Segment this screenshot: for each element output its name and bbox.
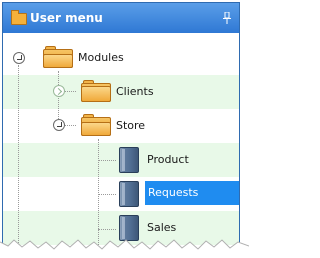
- tree-item-label[interactable]: Sales: [147, 221, 176, 235]
- tree-line: [98, 139, 99, 251]
- tree-line: [98, 160, 116, 161]
- folder-open-icon: [81, 114, 111, 136]
- tree-line: [18, 65, 19, 251]
- folder-icon: [81, 80, 111, 102]
- panel-title: User menu: [30, 11, 103, 25]
- tree-item-label[interactable]: Store: [116, 119, 145, 133]
- pin-icon[interactable]: [221, 11, 233, 24]
- tree-line: [98, 229, 116, 230]
- book-icon: [119, 181, 139, 207]
- panel-header: User menu: [3, 3, 239, 33]
- tree-item-label[interactable]: Clients: [116, 85, 154, 99]
- tree-line: [98, 194, 116, 195]
- collapse-icon[interactable]: [13, 52, 25, 64]
- tree-item-label[interactable]: Modules: [78, 51, 124, 65]
- user-menu-panel: User menu Modules Clients Store Product …: [2, 2, 240, 252]
- torn-edge: [0, 239, 249, 258]
- folder-open-icon: [43, 46, 73, 68]
- expand-icon[interactable]: [53, 85, 65, 97]
- book-icon: [119, 147, 139, 173]
- collapse-icon[interactable]: [53, 119, 65, 131]
- tree-item-label-selected[interactable]: Requests: [145, 181, 239, 205]
- tree-item-label[interactable]: Product: [147, 153, 189, 167]
- tree-line: [58, 71, 59, 123]
- folder-icon: [11, 10, 27, 25]
